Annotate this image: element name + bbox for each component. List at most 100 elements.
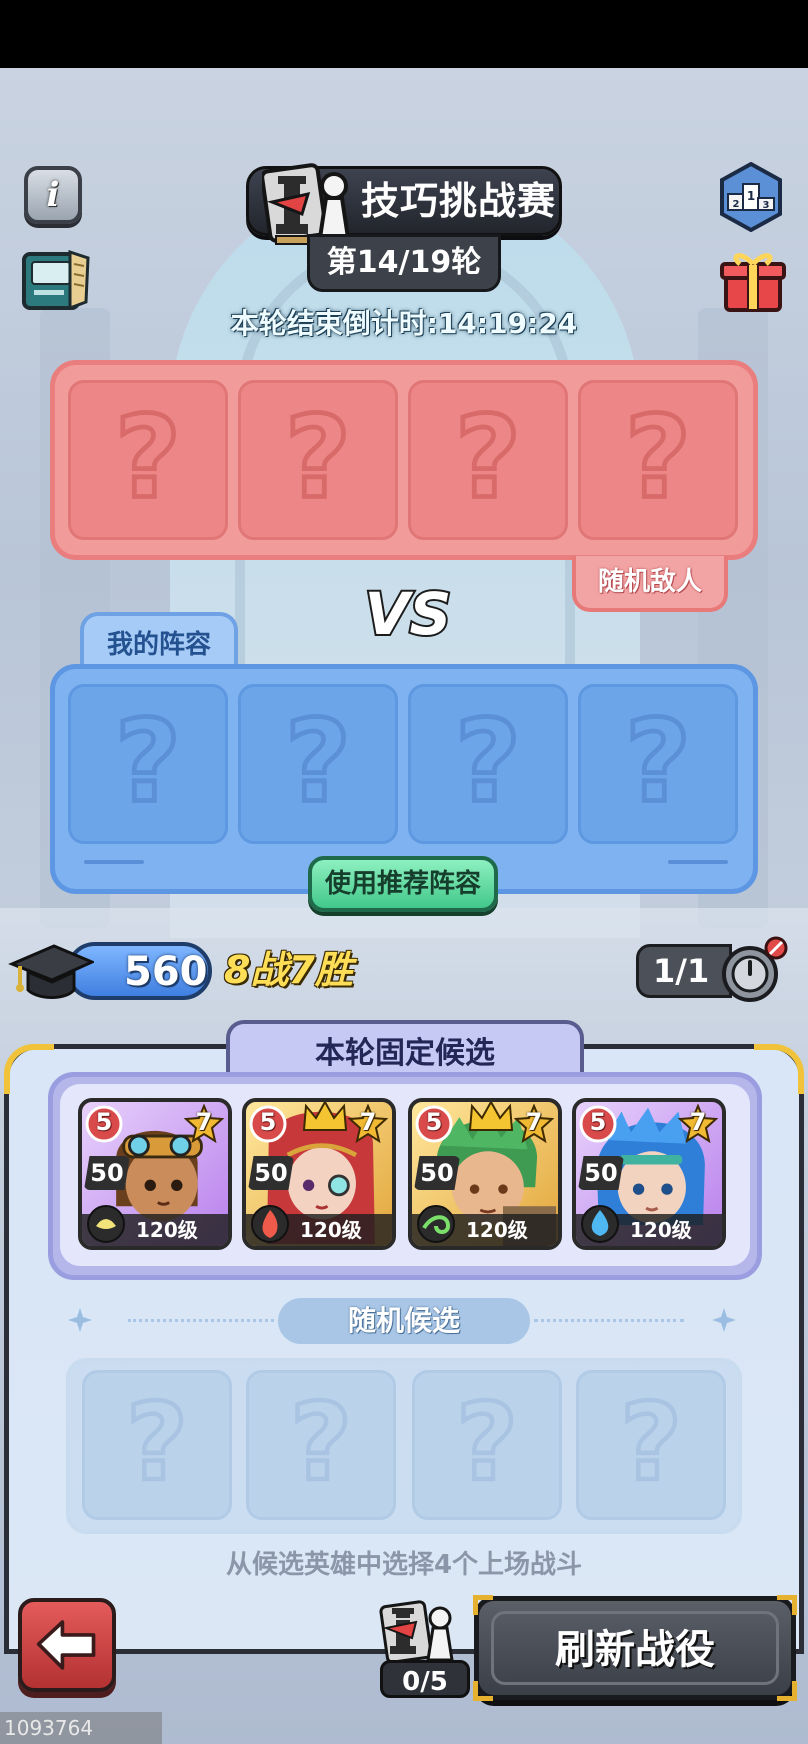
earth-element-icon: [87, 1205, 125, 1243]
battle-record: 8战7胜: [224, 948, 353, 992]
svg-text:?: ?: [115, 696, 181, 828]
my-slot[interactable]: ?: [578, 684, 738, 844]
hero-level: 120级: [466, 1218, 528, 1242]
svg-text:?: ?: [620, 1381, 682, 1505]
sparkle-icon: [68, 1308, 92, 1332]
my-slot[interactable]: ?: [408, 684, 568, 844]
wind-element-icon: [417, 1205, 455, 1243]
countdown-timer: 本轮结束倒计时:14:19:24: [230, 307, 578, 340]
hero-star: 5: [589, 1108, 607, 1136]
graduation-cap-icon: [8, 944, 94, 999]
enemy-slot: ?: [238, 380, 398, 540]
crown-icon: [468, 1102, 514, 1131]
button-corner: [777, 1681, 797, 1701]
hero-card[interactable]: 5 7 50 120级: [572, 1098, 726, 1250]
refresh-campaign-label: 刷新战役: [491, 1611, 779, 1685]
random-candidates-title: 随机候选: [278, 1298, 530, 1344]
divider-line: [534, 1319, 684, 1322]
use-recommended-lineup-button[interactable]: 使用推荐阵容: [308, 856, 498, 912]
crown-icon: [302, 1102, 348, 1131]
svg-text:3: 3: [763, 200, 770, 211]
ranking-button[interactable]: 1 2 3: [716, 162, 786, 232]
svg-text:?: ?: [115, 392, 181, 524]
random-candidate-slot: ?: [412, 1370, 562, 1520]
question-mark-icon: ?: [453, 389, 524, 526]
random-candidate-slot: ?: [246, 1370, 396, 1520]
question-mark-icon: ?: [283, 693, 354, 830]
question-mark-icon: ?: [124, 1379, 190, 1508]
svg-text:?: ?: [625, 696, 691, 828]
hero-tier: 7: [359, 1108, 377, 1136]
info-icon: i: [46, 175, 60, 215]
hero-rank-badge: 50: [248, 1156, 294, 1190]
podium-icon: 1 2 3: [720, 162, 782, 232]
question-mark-icon: ?: [113, 389, 184, 526]
hero-level: 120级: [136, 1218, 198, 1242]
svg-text:?: ?: [625, 392, 691, 524]
enemy-slot: ?: [408, 380, 568, 540]
hero-rank-badge: 50: [84, 1156, 130, 1190]
ticket-counter: 0/5: [380, 1660, 470, 1698]
status-bar: [0, 0, 808, 68]
svg-text:?: ?: [290, 1381, 352, 1505]
button-corner: [473, 1595, 493, 1615]
vs-emblem: VS: [363, 580, 454, 644]
my-slot[interactable]: ?: [238, 684, 398, 844]
back-arrow-icon: [36, 1620, 96, 1670]
question-mark-icon: ?: [113, 693, 184, 830]
refresh-campaign-button[interactable]: 刷新战役: [473, 1595, 797, 1701]
random-enemy-label: 随机敌人: [572, 556, 728, 612]
button-corner: [777, 1595, 797, 1615]
my-slot[interactable]: ?: [68, 684, 228, 844]
question-mark-icon: ?: [618, 1379, 684, 1508]
hero-rank-badge: 50: [578, 1156, 624, 1190]
hero-tier: 7: [525, 1108, 543, 1136]
stopwatch-icon[interactable]: [718, 936, 790, 1006]
sparkle-icon: [712, 1308, 736, 1332]
divider-line: [128, 1319, 274, 1322]
game-screen: i 1 2 3 技巧挑战赛 第14/19轮 本轮结束倒计时:14:19:24 ?…: [0, 0, 808, 1744]
button-corner: [473, 1681, 493, 1701]
panel-decoration: [668, 860, 728, 864]
hero-level: 120级: [630, 1218, 692, 1242]
svg-text:?: ?: [456, 1381, 518, 1505]
info-button[interactable]: i: [24, 166, 82, 224]
svg-text:1: 1: [747, 189, 755, 203]
question-mark-icon: ?: [623, 389, 694, 526]
hero-tier: 7: [689, 1108, 707, 1136]
random-candidate-slot: ?: [576, 1370, 726, 1520]
random-candidate-slot: ?: [82, 1370, 232, 1520]
enemy-slot: ?: [578, 380, 738, 540]
question-mark-icon: ?: [623, 693, 694, 830]
water-element-icon: [581, 1205, 619, 1243]
svg-text:2: 2: [733, 199, 740, 210]
hero-card[interactable]: 5 7 50 120级: [242, 1098, 396, 1250]
hero-tier: 7: [195, 1108, 213, 1136]
question-mark-icon: ?: [288, 1379, 354, 1508]
fire-element-icon: [251, 1205, 289, 1243]
hero-star: 5: [425, 1108, 443, 1136]
svg-text:VS: VS: [365, 580, 452, 644]
watermark-text: 1093764 b75116: [0, 1712, 162, 1744]
svg-text:?: ?: [126, 1381, 188, 1505]
hero-card[interactable]: 5 7 50 120级: [408, 1098, 562, 1250]
hero-star: 5: [259, 1108, 277, 1136]
hero-star: 5: [95, 1108, 113, 1136]
svg-text:?: ?: [285, 696, 351, 828]
panel-decoration: [84, 860, 144, 864]
my-lineup-tab: 我的阵容: [80, 612, 238, 670]
page-title: 技巧挑战赛: [361, 179, 557, 223]
back-button[interactable]: [18, 1598, 116, 1692]
hero-rank-badge: 50: [414, 1156, 460, 1190]
svg-text:?: ?: [285, 392, 351, 524]
enemy-slot: ?: [68, 380, 228, 540]
question-mark-icon: ?: [453, 693, 524, 830]
question-mark-icon: ?: [454, 1379, 520, 1508]
question-mark-icon: ?: [283, 389, 354, 526]
svg-text:?: ?: [455, 696, 521, 828]
hero-card[interactable]: 5 7 50 120级: [78, 1098, 232, 1250]
selection-hint: 从候选英雄中选择4个上场战斗: [225, 1550, 583, 1580]
hero-level: 120级: [300, 1218, 362, 1242]
round-indicator: 第14/19轮: [307, 234, 501, 292]
svg-text:?: ?: [455, 392, 521, 524]
